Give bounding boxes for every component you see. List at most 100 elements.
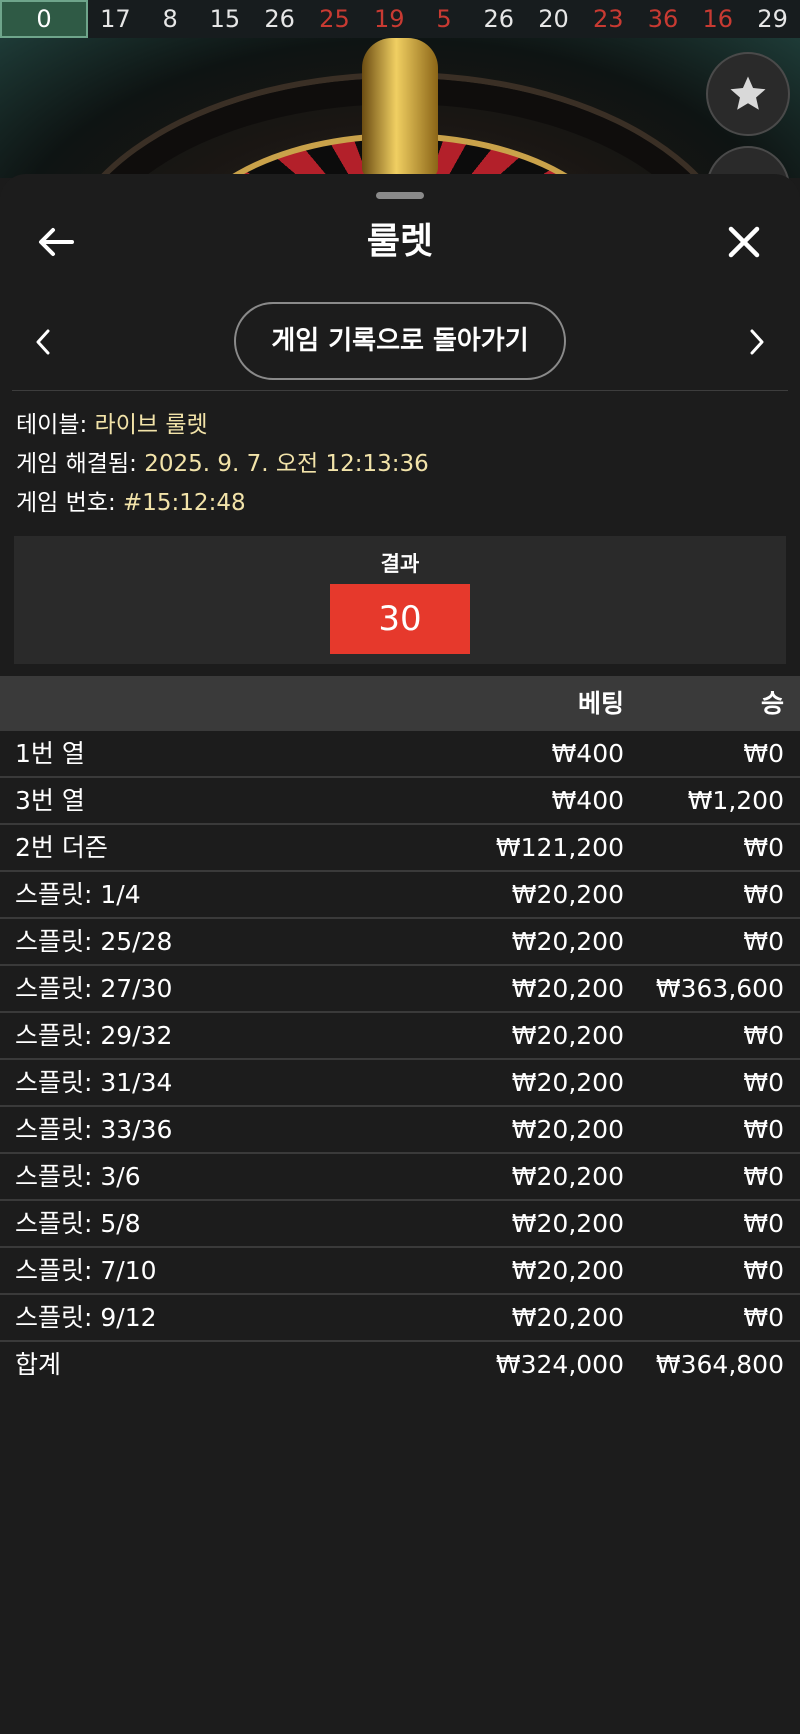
bet-amount: ₩20,200 bbox=[511, 1021, 624, 1050]
back-button[interactable] bbox=[30, 216, 82, 268]
bet-name: 스플릿: 25/28 bbox=[15, 927, 173, 956]
close-button[interactable] bbox=[718, 216, 770, 268]
recent-result: 15 bbox=[209, 5, 241, 33]
bet-name: 스플릿: 7/10 bbox=[15, 1256, 157, 1285]
bet-amount: ₩121,200 bbox=[495, 833, 624, 862]
recent-result: 36 bbox=[647, 5, 679, 33]
result-panel: 결과 30 bbox=[14, 536, 786, 664]
recent-result: 19 bbox=[373, 5, 405, 33]
next-game-button[interactable] bbox=[742, 320, 772, 364]
table-row: 스플릿: 1/4 ₩20,200 ₩0 bbox=[0, 872, 800, 919]
bet-amount: ₩20,200 bbox=[511, 1256, 624, 1285]
favorite-button[interactable] bbox=[706, 52, 790, 136]
game-number-info: 게임 번호: #15:12:48 bbox=[16, 484, 786, 523]
bet-amount: ₩20,200 bbox=[511, 1209, 624, 1238]
bet-name: 3번 열 bbox=[15, 786, 85, 815]
game-navigation: 게임 기록으로 돌아가기 bbox=[0, 302, 800, 382]
bet-amount: ₩20,200 bbox=[511, 1115, 624, 1144]
bet-amount: ₩20,200 bbox=[511, 1162, 624, 1191]
resolved-info: 게임 해결됨: 2025. 9. 7. 오전 12:13:36 bbox=[16, 445, 786, 484]
recent-result: 23 bbox=[593, 5, 624, 33]
recent-result: 25 bbox=[319, 5, 350, 33]
win-amount: ₩1,200 bbox=[687, 786, 784, 815]
win-amount: ₩0 bbox=[743, 1209, 784, 1238]
win-column-header: 승 bbox=[760, 689, 784, 718]
table-row: 스플릿: 31/34 ₩20,200 ₩0 bbox=[0, 1060, 800, 1107]
bet-name: 스플릿: 5/8 bbox=[15, 1209, 141, 1238]
bet-name: 스플릿: 3/6 bbox=[15, 1162, 141, 1191]
bet-amount: ₩20,200 bbox=[511, 1303, 624, 1332]
previous-game-button[interactable] bbox=[28, 320, 58, 364]
game-number-label: 게임 번호: bbox=[16, 490, 116, 516]
result-number: 30 bbox=[330, 584, 470, 654]
resolved-label: 게임 해결됨: bbox=[16, 451, 137, 477]
table-row: 스플릿: 3/6 ₩20,200 ₩0 bbox=[0, 1154, 800, 1201]
table-row: 3번 열 ₩400 ₩1,200 bbox=[0, 778, 800, 825]
table-row: 2번 더즌 ₩121,200 ₩0 bbox=[0, 825, 800, 872]
bet-name: 스플릿: 27/30 bbox=[15, 974, 173, 1003]
win-amount: ₩0 bbox=[743, 1021, 784, 1050]
recent-result: 26 bbox=[264, 5, 295, 33]
recent-result: 20 bbox=[538, 5, 569, 33]
game-detail-sheet: 룰렛 게임 기록으로 돌아가기 테이블: 라이브 룰렛 게임 해결됨: 2025… bbox=[0, 174, 800, 1734]
bet-name: 스플릿: 9/12 bbox=[15, 1303, 157, 1332]
chevron-left-icon bbox=[36, 329, 50, 355]
bet-amount: ₩20,200 bbox=[511, 880, 624, 909]
recent-results-strip: 0 17 8 15 26 25 19 5 26 20 23 36 16 29 bbox=[0, 0, 800, 38]
win-amount: ₩0 bbox=[743, 1303, 784, 1332]
sheet-grabber[interactable] bbox=[376, 192, 424, 199]
chevron-right-icon bbox=[750, 329, 764, 355]
game-info: 테이블: 라이브 룰렛 게임 해결됨: 2025. 9. 7. 오전 12:13… bbox=[16, 406, 786, 523]
bet-column-header: 베팅 bbox=[577, 689, 624, 718]
win-amount: ₩363,600 bbox=[655, 974, 784, 1003]
game-number-value: #15:12:48 bbox=[123, 490, 246, 516]
win-amount: ₩0 bbox=[743, 927, 784, 956]
total-label: 합계 bbox=[15, 1350, 62, 1379]
bet-amount: ₩400 bbox=[551, 739, 624, 768]
table-label: 테이블: bbox=[16, 412, 88, 438]
recent-result: 17 bbox=[100, 5, 131, 33]
win-amount: ₩0 bbox=[743, 1068, 784, 1097]
win-amount: ₩0 bbox=[743, 880, 784, 909]
bet-name: 스플릿: 1/4 bbox=[15, 880, 141, 909]
table-row: 스플릿: 9/12 ₩20,200 ₩0 bbox=[0, 1295, 800, 1342]
bet-amount: ₩20,200 bbox=[511, 1068, 624, 1097]
bet-name: 스플릿: 33/36 bbox=[15, 1115, 173, 1144]
table-header: 베팅 승 bbox=[0, 676, 800, 731]
table-info: 테이블: 라이브 룰렛 bbox=[16, 406, 786, 445]
bet-amount: ₩20,200 bbox=[511, 974, 624, 1003]
table-row: 스플릿: 25/28 ₩20,200 ₩0 bbox=[0, 919, 800, 966]
roulette-wheel-video bbox=[0, 38, 800, 178]
recent-result: 5 bbox=[436, 5, 452, 33]
win-amount: ₩0 bbox=[743, 1162, 784, 1191]
back-to-history-button[interactable]: 게임 기록으로 돌아가기 bbox=[234, 302, 566, 380]
bet-name: 2번 더즌 bbox=[15, 833, 108, 862]
recent-result: 26 bbox=[483, 5, 515, 33]
win-amount: ₩0 bbox=[743, 1256, 784, 1285]
total-bet: ₩324,000 bbox=[495, 1350, 624, 1379]
table-row: 1번 열 ₩400 ₩0 bbox=[0, 731, 800, 778]
wheel-spindle bbox=[362, 38, 438, 178]
star-icon bbox=[730, 76, 766, 110]
total-win: ₩364,800 bbox=[655, 1350, 784, 1379]
recent-result: 8 bbox=[162, 5, 178, 33]
bets-table: 베팅 승 1번 열 ₩400 ₩0 3번 열 ₩400 ₩1,200 2번 더즌 ₩121,2… bbox=[0, 676, 800, 1389]
divider bbox=[12, 390, 788, 391]
recent-result: 16 bbox=[702, 5, 734, 33]
result-label: 결과 bbox=[380, 552, 420, 576]
table-row: 스플릿: 33/36 ₩20,200 ₩0 bbox=[0, 1107, 800, 1154]
bet-amount: ₩400 bbox=[551, 786, 624, 815]
resolved-value: 2025. 9. 7. 오전 12:13:36 bbox=[144, 451, 429, 477]
win-amount: ₩0 bbox=[743, 1115, 784, 1144]
bet-name: 1번 열 bbox=[15, 739, 85, 768]
bet-amount: ₩20,200 bbox=[511, 927, 624, 956]
table-row: 스플릿: 5/8 ₩20,200 ₩0 bbox=[0, 1201, 800, 1248]
arrow-left-icon bbox=[39, 228, 74, 256]
table-row: 스플릿: 29/32 ₩20,200 ₩0 bbox=[0, 1013, 800, 1060]
win-amount: ₩0 bbox=[743, 739, 784, 768]
total-row: 합계 ₩324,000 ₩364,800 bbox=[0, 1342, 800, 1389]
table-row: 스플릿: 7/10 ₩20,200 ₩0 bbox=[0, 1248, 800, 1295]
recent-result: 29 bbox=[757, 5, 788, 33]
bet-name: 스플릿: 31/34 bbox=[15, 1068, 173, 1097]
close-icon bbox=[728, 226, 760, 258]
